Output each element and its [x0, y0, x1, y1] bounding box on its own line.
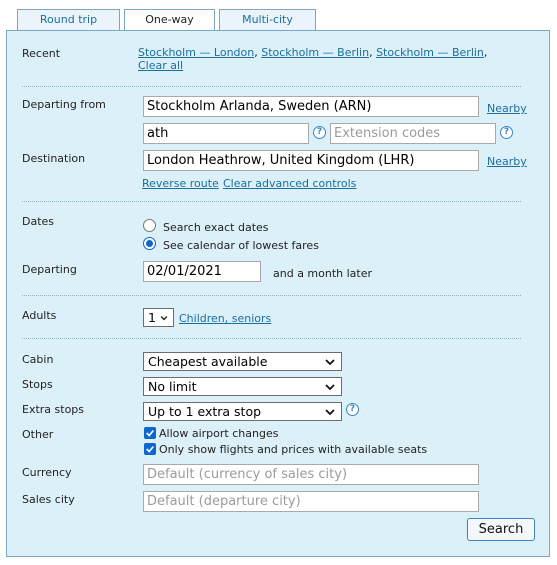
chevron-down-icon: [325, 358, 335, 365]
exact-dates-label: Search exact dates: [163, 221, 269, 234]
trip-type-tabs: Round trip One-way Multi-city: [17, 9, 316, 31]
extra-stops-help-icon[interactable]: ?: [346, 403, 359, 416]
search-form: Recent Stockholm — London, Stockholm — B…: [6, 30, 550, 557]
departing-nearby-link[interactable]: Nearby: [487, 102, 527, 115]
destination-label: Destination: [22, 152, 86, 165]
extra-stops-label: Extra stops: [22, 403, 85, 416]
chevron-down-icon: [325, 383, 335, 390]
extension-help-icon[interactable]: ?: [500, 126, 513, 139]
date-range-suffix: and a month later: [273, 267, 373, 280]
checkmark-icon: [146, 445, 154, 453]
divider: [22, 295, 521, 296]
divider: [22, 86, 521, 87]
departing-date-label: Departing: [22, 263, 77, 276]
cabin-label: Cabin: [22, 353, 54, 366]
stops-select[interactable]: No limit: [143, 377, 342, 396]
recent-search-link[interactable]: Stockholm — Berlin: [261, 46, 369, 59]
tab-round-trip[interactable]: Round trip: [17, 9, 120, 30]
divider: [22, 338, 521, 339]
departing-from-label: Departing from: [22, 98, 106, 111]
destination-input[interactable]: [143, 150, 479, 171]
cabin-select[interactable]: Cheapest available: [143, 352, 342, 371]
extra-stops-select[interactable]: Up to 1 extra stop: [143, 402, 342, 421]
sales-city-label: Sales city: [22, 493, 75, 506]
destination-nearby-link[interactable]: Nearby: [487, 155, 527, 168]
divider: [22, 201, 521, 202]
extra-stops-value: Up to 1 extra stop: [148, 404, 262, 419]
currency-input[interactable]: [143, 464, 479, 485]
available-seats-checkbox[interactable]: [144, 443, 156, 455]
extension-codes-input[interactable]: [330, 123, 496, 144]
dates-label: Dates: [22, 215, 55, 228]
available-seats-label: Only show flights and prices with availa…: [159, 443, 428, 456]
calendar-fares-label: See calendar of lowest fares: [163, 239, 319, 252]
tab-one-way[interactable]: One-way: [124, 9, 215, 31]
clear-advanced-link[interactable]: Clear advanced controls: [223, 177, 356, 190]
calendar-fares-radio[interactable]: [143, 237, 156, 250]
children-seniors-link[interactable]: Children, seniors: [179, 312, 271, 325]
chevron-down-icon: [160, 315, 168, 320]
cabin-value: Cheapest available: [148, 354, 268, 369]
stops-value: No limit: [148, 379, 197, 394]
adults-select[interactable]: 1: [143, 308, 174, 327]
reverse-route-link[interactable]: Reverse route: [142, 177, 219, 190]
search-button[interactable]: Search: [467, 518, 535, 541]
other-label: Other: [22, 428, 54, 441]
adults-value: 1: [148, 310, 156, 325]
tab-multi-city[interactable]: Multi-city: [219, 9, 316, 30]
recent-searches: Stockholm — London, Stockholm — Berlin, …: [138, 46, 488, 72]
chevron-down-icon: [325, 408, 335, 415]
stops-label: Stops: [22, 378, 53, 391]
adults-label: Adults: [22, 309, 57, 322]
departing-from-input[interactable]: [143, 96, 479, 117]
currency-label: Currency: [22, 466, 72, 479]
sales-city-input[interactable]: [143, 491, 479, 512]
recent-search-link[interactable]: Stockholm — Berlin: [376, 46, 484, 59]
recent-search-link[interactable]: Stockholm — London: [138, 46, 254, 59]
clear-recent-link[interactable]: Clear all: [138, 59, 183, 72]
recent-label: Recent: [22, 47, 61, 60]
departing-date-input[interactable]: [143, 261, 261, 282]
routing-help-icon[interactable]: ?: [313, 126, 326, 139]
exact-dates-radio[interactable]: [143, 219, 156, 232]
routing-code-input[interactable]: [143, 123, 309, 144]
allow-airport-changes-checkbox[interactable]: [144, 427, 156, 439]
checkmark-icon: [146, 429, 154, 437]
allow-airport-changes-label: Allow airport changes: [159, 427, 279, 440]
